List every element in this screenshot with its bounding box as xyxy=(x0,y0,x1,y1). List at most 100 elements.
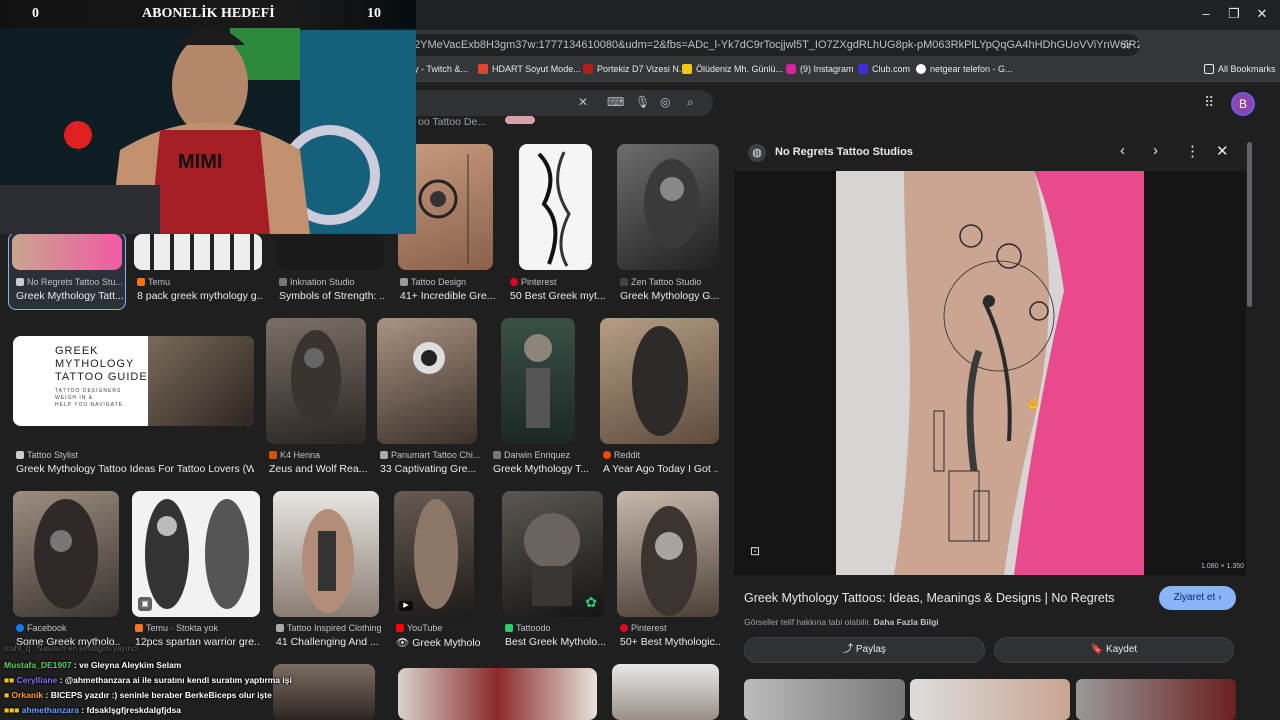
search-icon[interactable]: ⌕ xyxy=(687,95,694,110)
result-caption[interactable]: Greek Mythology G... xyxy=(620,290,720,302)
tattoodo-icon xyxy=(505,624,513,632)
more-info-link[interactable]: Daha Fazla Bilgi xyxy=(873,617,938,627)
close-window-icon[interactable]: ✕ xyxy=(1252,6,1272,22)
video-play-icon: ▶ xyxy=(399,601,413,611)
site-favicon xyxy=(269,451,277,459)
result-caption[interactable]: Zeus and Wolf Rea... xyxy=(269,463,369,475)
result-caption[interactable]: Best Greek Mytholo... xyxy=(505,636,605,648)
tattoo-art xyxy=(524,334,552,428)
preview-image-frame: ⊡ 1.080 × 1.350 xyxy=(734,171,1246,575)
result-image[interactable] xyxy=(612,664,719,720)
result-caption[interactable]: 8 pack greek mythology g... xyxy=(137,290,262,302)
webcam-overlay: MIMI 0 ABONELİK HEDEFİ 10 xyxy=(0,0,416,234)
bookmark-item[interactable]: (9) Instagram xyxy=(786,64,854,74)
result-image[interactable]: ▣ xyxy=(132,491,260,617)
result-caption[interactable]: Greek Mythology Tattoo Ideas For Tattoo … xyxy=(16,463,254,475)
next-icon[interactable]: › xyxy=(1153,142,1158,159)
club-icon xyxy=(858,64,868,74)
bookmark-item[interactable]: y - Twitch &... xyxy=(414,64,468,74)
bookmark-item[interactable]: netgear telefon - G... xyxy=(916,64,1013,74)
result-image[interactable]: GREEK MYTHOLOGY TATTOO GUIDE TATTOO DESI… xyxy=(13,336,254,426)
result-image[interactable] xyxy=(273,491,379,617)
search-input[interactable]: ✕ ⌨ 🎙 ◎ ⌕ xyxy=(410,90,713,116)
result-title[interactable]: Greek Mythology Tattoos: Ideas, Meanings… xyxy=(744,591,1115,605)
image-detail-panel: ◍ No Regrets Tattoo Studios ‹ › ⋮ ✕ ⊡ 1.… xyxy=(734,132,1246,720)
more-options-icon[interactable]: ⋮ xyxy=(1185,142,1200,160)
chevron-right-icon: › xyxy=(1218,592,1222,603)
result-source: Pinterest xyxy=(510,277,605,287)
tattoo-art xyxy=(644,159,700,249)
minimize-icon[interactable]: – xyxy=(1196,6,1216,21)
result-caption[interactable]: A Year Ago Today I Got ... xyxy=(603,463,718,475)
all-bookmarks[interactable]: All Bookmarks xyxy=(1204,64,1276,74)
preview-image[interactable] xyxy=(734,171,1246,575)
address-bar[interactable]: 2YMeVacExb8H3gm37w:1777134610080&udm=2&f… xyxy=(400,34,1140,56)
maximize-icon[interactable]: ❐ xyxy=(1224,6,1244,22)
close-panel-icon[interactable]: ✕ xyxy=(1216,142,1229,160)
result-image[interactable] xyxy=(276,234,384,270)
bookmark-item[interactable]: Portekiz D7 Vizesi N... xyxy=(583,64,686,74)
result-caption[interactable]: Greek Mythology T... xyxy=(493,463,588,475)
site-name[interactable]: No Regrets Tattoo Studios xyxy=(775,146,913,158)
goal-title: ABONELİK HEDEFİ xyxy=(142,6,275,21)
bookmark-item[interactable]: HDART Soyut Mode... xyxy=(478,64,581,74)
lens-search-icon[interactable]: ⊡ xyxy=(750,544,760,558)
result-image[interactable] xyxy=(501,318,575,444)
share-icon: ⤴ xyxy=(843,644,856,655)
visit-button[interactable]: Ziyaret et › xyxy=(1159,586,1236,610)
result-source: YouTube xyxy=(396,623,481,633)
site-favicon xyxy=(16,451,24,459)
tattoo-art xyxy=(632,326,688,436)
s-icon xyxy=(682,64,692,74)
result-caption[interactable]: 50+ Best Mythologic... xyxy=(620,636,720,648)
result-image[interactable] xyxy=(13,491,119,617)
bookmark-star-icon[interactable]: ☆ xyxy=(1120,34,1132,56)
result-caption[interactable]: 41+ Incredible Gre... xyxy=(400,290,495,302)
bookmark-item[interactable]: Club.com xyxy=(858,64,910,74)
result-image[interactable] xyxy=(617,491,719,617)
result-image[interactable] xyxy=(505,116,535,124)
scrollbar-thumb[interactable] xyxy=(1247,142,1252,307)
save-button[interactable]: 🔖 Kaydet xyxy=(994,637,1234,663)
tattoo-art xyxy=(302,509,354,613)
pinterest-icon xyxy=(510,278,518,286)
result-image[interactable] xyxy=(266,318,366,444)
lens-icon[interactable]: ◎ xyxy=(660,95,670,109)
result-caption[interactable]: Greek Mythology Tatt... xyxy=(16,290,124,302)
clear-icon[interactable]: ✕ xyxy=(578,95,588,109)
keyboard-icon[interactable]: ⌨ xyxy=(607,95,624,109)
microphone-icon[interactable]: 🎙 xyxy=(635,95,650,109)
share-button[interactable]: ⤴ Paylaş xyxy=(744,637,985,663)
result-image[interactable]: ▶ xyxy=(394,491,474,617)
bookmark-item[interactable]: Ölüdeniz Mh. Günlü... xyxy=(682,64,783,74)
result-image[interactable] xyxy=(398,668,597,720)
result-source: No Regrets Tattoo Stu... xyxy=(16,277,124,287)
result-image[interactable] xyxy=(134,234,262,270)
reddit-icon xyxy=(603,451,611,459)
result-image[interactable] xyxy=(600,318,719,444)
result-caption[interactable]: 33 Captivating Gre... xyxy=(380,463,480,475)
chat-line: Mustafa_DE1907 : ve Gleyna Aleykim Selam xyxy=(4,660,182,670)
related-image[interactable] xyxy=(910,679,1070,720)
account-avatar[interactable]: B xyxy=(1231,92,1255,116)
result-image[interactable] xyxy=(12,234,122,270)
result-image[interactable] xyxy=(377,318,477,444)
image-dimensions: 1.080 × 1.350 xyxy=(1200,563,1244,570)
result-image[interactable] xyxy=(519,144,592,270)
apps-grid-icon[interactable]: ⠿ xyxy=(1204,94,1214,111)
result-image[interactable] xyxy=(617,144,719,270)
badge-icon: ■■■ xyxy=(4,705,22,715)
result-caption[interactable]: 50 Best Greek myt... xyxy=(510,290,605,302)
result-caption[interactable]: Symbols of Strength: ... xyxy=(279,290,384,302)
tattoo-art xyxy=(34,499,98,609)
guide-card: GREEK MYTHOLOGY TATTOO GUIDE TATTOO DESI… xyxy=(13,336,148,426)
previous-icon[interactable]: ‹ xyxy=(1120,142,1125,159)
facebook-icon xyxy=(16,624,24,632)
tattoo-stencil xyxy=(537,151,571,267)
google-icon xyxy=(916,64,926,74)
hand-cursor-icon: ☝ xyxy=(1026,396,1041,410)
tattoo-art xyxy=(641,506,697,616)
result-image[interactable]: ✿ xyxy=(502,491,603,617)
related-image[interactable] xyxy=(744,679,905,720)
related-image[interactable] xyxy=(1076,679,1236,720)
